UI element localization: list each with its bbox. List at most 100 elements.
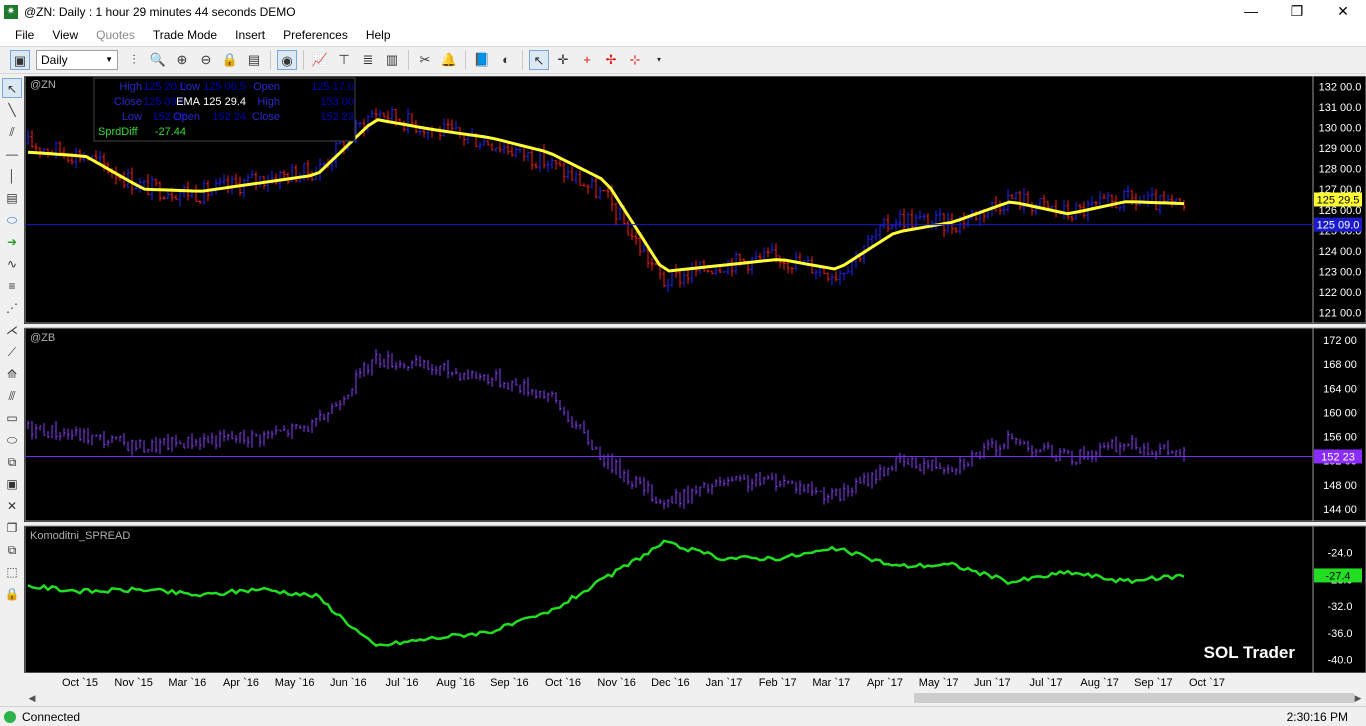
watermark-logo: SOL Trader	[1204, 643, 1296, 662]
rectangle-icon[interactable]: ▭	[2, 408, 22, 428]
toolbar-overflow-icon[interactable]: ▾	[649, 50, 669, 70]
menu-view[interactable]: View	[43, 28, 87, 42]
template-icon[interactable]: ▣	[2, 474, 22, 494]
minimize-button[interactable]: —	[1228, 0, 1274, 24]
pointer-icon[interactable]: ↖	[2, 78, 22, 98]
data-window-cell: 125 06.5	[203, 81, 246, 93]
callout-icon[interactable]: ⬭	[2, 210, 22, 230]
eye-icon[interactable]: ◉	[277, 50, 297, 70]
select-area-icon[interactable]: ⬚	[2, 562, 22, 582]
data-window-cell: Low	[180, 81, 200, 93]
data-window-cell: 125 17.0	[311, 81, 354, 93]
layers-icon[interactable]: ⧉	[2, 452, 22, 472]
data-window: High 125 20.0Low 125 06.5 Open 125 17.0Close…	[93, 77, 356, 142]
time-axis-label: Aug `17	[1080, 677, 1119, 689]
zb-price-axis[interactable]	[1312, 327, 1366, 522]
strategy-icon[interactable]: ≣	[358, 50, 378, 70]
zoom-in-icon[interactable]: ⊕	[172, 50, 192, 70]
hierarchy-icon[interactable]: ⊤	[334, 50, 354, 70]
bell-icon[interactable]: 🔔	[439, 50, 459, 70]
delete-icon[interactable]: ✕	[2, 496, 22, 516]
zb-axis-tick: 172 00	[1323, 335, 1357, 347]
zn-axis-tick: 128 00.0	[1319, 164, 1362, 176]
time-axis-label: Jun `17	[974, 677, 1011, 689]
interval-select[interactable]: Daily ▼	[36, 50, 118, 70]
crosshair-icon[interactable]: ✛	[553, 50, 573, 70]
zn-axis-tick: 124 00.0	[1319, 246, 1362, 258]
pitchfork-icon[interactable]: ⋌	[2, 320, 22, 340]
ellipse-icon[interactable]: ⬭	[2, 430, 22, 450]
window-title: @ZN: Daily : 1 hour 29 minutes 44 second…	[24, 5, 296, 19]
channel-icon[interactable]: ⫽	[2, 122, 22, 142]
scroll-left-icon[interactable]: ◀	[24, 690, 40, 706]
data-window-cell: Open	[253, 81, 280, 93]
group-icon[interactable]: ⧉	[2, 540, 22, 560]
zn-axis-tick: 121 00.0	[1319, 308, 1362, 320]
data-window-cell: Open	[173, 111, 200, 123]
time-axis-label: Aug `16	[436, 677, 475, 689]
indicator-icon[interactable]: 📈	[310, 50, 330, 70]
wave-icon[interactable]: ∿	[2, 254, 22, 274]
pointer-icon[interactable]: ↖	[529, 50, 549, 70]
data-window-cell: High	[119, 81, 142, 93]
fibonacci-icon[interactable]: ≡	[2, 276, 22, 296]
parallel-lines-icon[interactable]: ⫻	[2, 386, 22, 406]
zn-axis-tick: 131 00.0	[1319, 102, 1362, 114]
time-axis-label: Jul `16	[385, 677, 418, 689]
panel-splitter[interactable]	[24, 324, 1366, 328]
zb-axis-tick: 156 00	[1323, 432, 1357, 444]
horizontal-scrollbar[interactable]: ◀ ▶	[24, 690, 1366, 706]
lock-drawings-icon[interactable]: 🔒	[2, 584, 22, 604]
menu-trade-mode[interactable]: Trade Mode	[144, 28, 226, 42]
menu-help[interactable]: Help	[357, 28, 400, 42]
zn-axis-tick: 130 00.0	[1319, 122, 1362, 134]
gann-fan-icon[interactable]: ⟋	[2, 342, 22, 362]
horizontal-line-icon[interactable]: —	[2, 144, 22, 164]
zb-panel[interactable]	[24, 327, 1314, 522]
chart-area[interactable]: 132 00.0 131 00.0 130 00.0 129 00.0 128 00.0…	[24, 75, 1366, 690]
volume-bars-icon[interactable]: ▥	[382, 50, 402, 70]
menu-insert[interactable]: Insert	[226, 28, 274, 42]
app-logo-icon: ✷	[4, 5, 18, 19]
zb-panel-label: @ZB	[30, 332, 55, 344]
close-button[interactable]: ✕	[1320, 0, 1366, 24]
menu-quotes[interactable]: Quotes	[87, 28, 144, 42]
panel-splitter[interactable]	[24, 522, 1366, 526]
trend-line-icon[interactable]: ╲	[2, 100, 22, 120]
bar-type-icon[interactable]: ⫶	[124, 50, 144, 70]
chevron-down-icon: ▼	[105, 55, 113, 64]
zoom-icon[interactable]: 🔍	[148, 50, 168, 70]
arrow-icon[interactable]: ➜	[2, 232, 22, 252]
zoom-out-icon[interactable]: ⊖	[196, 50, 216, 70]
fan-lines-icon[interactable]: ⟰	[2, 364, 22, 384]
page-icon[interactable]: ▤	[244, 50, 264, 70]
book-icon[interactable]: 📘	[472, 50, 492, 70]
red-cross-arrow-icon[interactable]: ⊹	[625, 50, 645, 70]
vertical-line-icon[interactable]: │	[2, 166, 22, 186]
title-bar: ✷ @ZN: Daily : 1 hour 29 minutes 44 seco…	[0, 0, 1366, 24]
time-axis-label: Dec `16	[651, 677, 690, 689]
red-cross-dot-icon[interactable]: ✢	[601, 50, 621, 70]
scrollbar-thumb[interactable]	[914, 693, 1354, 703]
data-window-cell: 125 29.4	[203, 96, 246, 108]
maximize-button[interactable]: ❐	[1274, 0, 1320, 24]
menu-preferences[interactable]: Preferences	[274, 28, 357, 42]
toolbar-divider	[408, 50, 409, 70]
spread-panel[interactable]	[24, 525, 1314, 674]
symbol-icon[interactable]: ▣	[10, 50, 30, 70]
note-icon[interactable]: ▤	[2, 188, 22, 208]
red-crosshair-icon[interactable]: +	[577, 50, 597, 70]
mouse-icon[interactable]: ◐	[496, 50, 516, 70]
zn-axis-tick: 122 00.0	[1319, 287, 1362, 299]
time-axis-label: Nov `15	[114, 677, 153, 689]
menu-bar: File View Quotes Trade Mode Insert Prefe…	[0, 24, 1366, 46]
scroll-right-icon[interactable]: ▶	[1350, 690, 1366, 706]
toolbar-divider	[522, 50, 523, 70]
copy-icon[interactable]: ❐	[2, 518, 22, 538]
chart-svg[interactable]: 132 00.0 131 00.0 130 00.0 129 00.0 128 00.0…	[24, 75, 1366, 690]
zn-axis-tick: 123 00.0	[1319, 267, 1362, 279]
scissors-icon[interactable]: ✂	[415, 50, 435, 70]
menu-file[interactable]: File	[6, 28, 43, 42]
lock-icon[interactable]: 🔒	[220, 50, 240, 70]
fib-extension-icon[interactable]: ⋰	[2, 298, 22, 318]
